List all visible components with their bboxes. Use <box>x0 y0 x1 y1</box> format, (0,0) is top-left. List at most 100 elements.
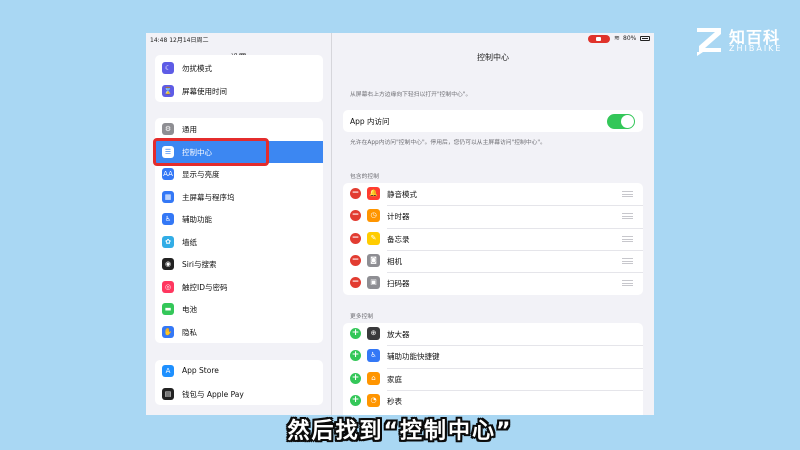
control-row: + ◔ 秒表 <box>343 389 643 412</box>
hourglass-icon: ⌛ <box>162 84 174 97</box>
app-access-row: App 内访问 <box>343 110 643 132</box>
add-control-button[interactable]: + <box>350 350 361 362</box>
sidebar-item[interactable]: ⌛ 屏幕使用时间 <box>155 80 323 102</box>
row-divider <box>387 249 643 251</box>
app-access-toggle[interactable] <box>607 114 635 129</box>
gear-icon: ⚙ <box>162 123 174 135</box>
remove-control-button[interactable]: − <box>350 232 361 244</box>
wallet-icon: ▤ <box>162 387 174 400</box>
row-divider <box>387 205 643 207</box>
sidebar-item-label: 钱包与 Apple Pay <box>182 389 244 399</box>
remove-control-button[interactable]: − <box>350 188 361 199</box>
sidebar-group-focus: ☾ 勿扰模式 ⌛ 屏幕使用时间 <box>155 55 323 102</box>
timer-icon: ◷ <box>367 209 380 223</box>
control-label: 放大器 <box>387 330 410 339</box>
moon-icon: ☾ <box>162 62 174 74</box>
settings-sidebar: 设置 ☾勿扰模式⌛屏幕使用时间 ⚙通用☰控制中心AA显示与亮度▦主屏幕与程序坞♿… <box>146 33 332 415</box>
more-controls-list: + ⊕ 放大器 + ♿ 辅助功能快捷键 + ⌂ 家庭 + ◔ 秒表 <box>343 323 643 415</box>
sidebar-item[interactable]: ✋ 隐私 <box>155 321 323 343</box>
battery-icon <box>640 36 650 41</box>
sidebar-item-label: App Store <box>182 366 219 375</box>
control-row: + ♿ 辅助功能快捷键 <box>343 345 643 367</box>
app-access-card: App 内访问 <box>343 110 643 132</box>
bell-slash-icon: 🔔 <box>367 187 380 200</box>
control-center-pane: 控制中心 从屏幕右上方边缘向下轻扫以打开"控制中心"。 App 内访问 允许在A… <box>332 33 654 415</box>
reorder-grip-icon[interactable] <box>622 280 633 287</box>
logo-z-icon <box>697 28 721 56</box>
control-label: 秒表 <box>387 396 402 406</box>
sidebar-item[interactable]: AA 显示与亮度 <box>155 163 323 185</box>
reorder-grip-icon[interactable] <box>622 257 633 264</box>
add-control-button[interactable]: + <box>350 328 361 339</box>
sidebar-group-store: A App Store ▤ 钱包与 Apple Pay <box>155 360 323 405</box>
sidebar-item[interactable]: ▦ 主屏幕与程序坞 <box>155 186 323 208</box>
home-grid-icon: ▦ <box>162 190 174 203</box>
page-description: 从屏幕右上方边缘向下轻扫以打开"控制中心"。 <box>350 92 472 98</box>
control-label: 相机 <box>387 256 402 266</box>
status-bar: 14:48 12月14日周二 ≋ 80% <box>146 33 654 45</box>
magnifier-icon: ⊕ <box>367 327 380 340</box>
page-title: 控制中心 <box>477 53 509 62</box>
control-row: − ▣ 扫码器 <box>343 272 643 294</box>
sidebar-item-label: 辅助功能 <box>182 215 212 224</box>
accessibility-shortcut-icon: ♿ <box>367 349 380 363</box>
row-divider <box>387 345 643 347</box>
fingerprint-icon: ◎ <box>162 280 174 293</box>
remove-control-button[interactable]: − <box>350 277 361 289</box>
row-divider <box>387 227 643 229</box>
sidebar-item-label: 触控ID与密码 <box>182 282 228 292</box>
row-divider <box>387 389 643 391</box>
reorder-grip-icon[interactable] <box>622 235 633 242</box>
sidebar-item-label: 通用 <box>182 125 197 134</box>
control-label: 计时器 <box>387 212 410 222</box>
sidebar-item-label: 显示与亮度 <box>182 170 220 179</box>
control-label: 静音模式 <box>387 190 417 199</box>
sidebar-item-label: 墙纸 <box>182 237 197 247</box>
sidebar-item-label: 勿扰模式 <box>182 64 212 73</box>
sidebar-item[interactable]: ◎ 触控ID与密码 <box>155 276 323 298</box>
sidebar-item-label: 主屏幕与程序坞 <box>182 192 235 202</box>
sidebar-item-label: 电池 <box>182 305 197 314</box>
add-control-button[interactable]: + <box>350 394 361 406</box>
siri-icon: ◉ <box>162 258 174 270</box>
sidebar-item[interactable]: ✿ 墙纸 <box>155 231 323 253</box>
highlight-annotation-box <box>153 138 269 166</box>
home-icon: ⌂ <box>367 371 380 385</box>
app-access-label: App 内访问 <box>350 117 390 126</box>
sidebar-item[interactable]: A App Store <box>155 360 323 382</box>
notes-icon: ✎ <box>367 231 380 245</box>
add-control-button[interactable]: + <box>350 372 361 384</box>
reorder-grip-icon[interactable] <box>622 191 633 197</box>
zhibaike-logo: 知百科 ZHIBAIKE <box>693 22 793 62</box>
control-label: 家庭 <box>387 374 402 384</box>
battery-percent: 80% <box>623 35 637 42</box>
wallpaper-icon: ✿ <box>162 235 174 248</box>
app-store-icon: A <box>162 365 174 377</box>
control-row: − ◙ 相机 <box>343 249 643 272</box>
sidebar-item[interactable]: ⚙ 通用 <box>155 118 323 140</box>
status-time: 14:48 12月14日周二 <box>150 37 209 44</box>
sidebar-item[interactable]: ◉ Siri与搜索 <box>155 253 323 275</box>
control-row: + ⊕ 放大器 <box>343 323 643 345</box>
sidebar-item-label: 隐私 <box>182 327 197 337</box>
stopwatch-icon: ◔ <box>367 393 380 407</box>
included-controls-header: 包含的控制 <box>350 174 379 180</box>
sidebar-item[interactable]: ♿ 辅助功能 <box>155 208 323 230</box>
remove-control-button[interactable]: − <box>350 210 361 222</box>
sidebar-item[interactable]: ▬ 电池 <box>155 298 323 320</box>
control-row: − 🔔 静音模式 <box>343 183 643 205</box>
remove-control-button[interactable]: − <box>350 254 361 266</box>
more-controls-header: 更多控制 <box>350 314 374 320</box>
row-divider <box>387 367 643 369</box>
control-label: 扫码器 <box>387 279 410 289</box>
sidebar-item[interactable]: ☾ 勿扰模式 <box>155 57 323 79</box>
control-row: − ✎ 备忘录 <box>343 227 643 250</box>
sidebar-item[interactable]: ▤ 钱包与 Apple Pay <box>155 383 323 405</box>
ipad-screen: 设置 ☾勿扰模式⌛屏幕使用时间 ⚙通用☰控制中心AA显示与亮度▦主屏幕与程序坞♿… <box>146 33 654 415</box>
video-subtitle: 然后找到“控制中心” <box>287 419 513 444</box>
camera-icon: ◙ <box>367 253 380 267</box>
reorder-grip-icon[interactable] <box>622 213 633 220</box>
control-label: 辅助功能快捷键 <box>387 352 440 362</box>
logo-text-en: ZHIBAIKE <box>729 44 783 53</box>
sidebar-item-label: 屏幕使用时间 <box>182 86 227 96</box>
